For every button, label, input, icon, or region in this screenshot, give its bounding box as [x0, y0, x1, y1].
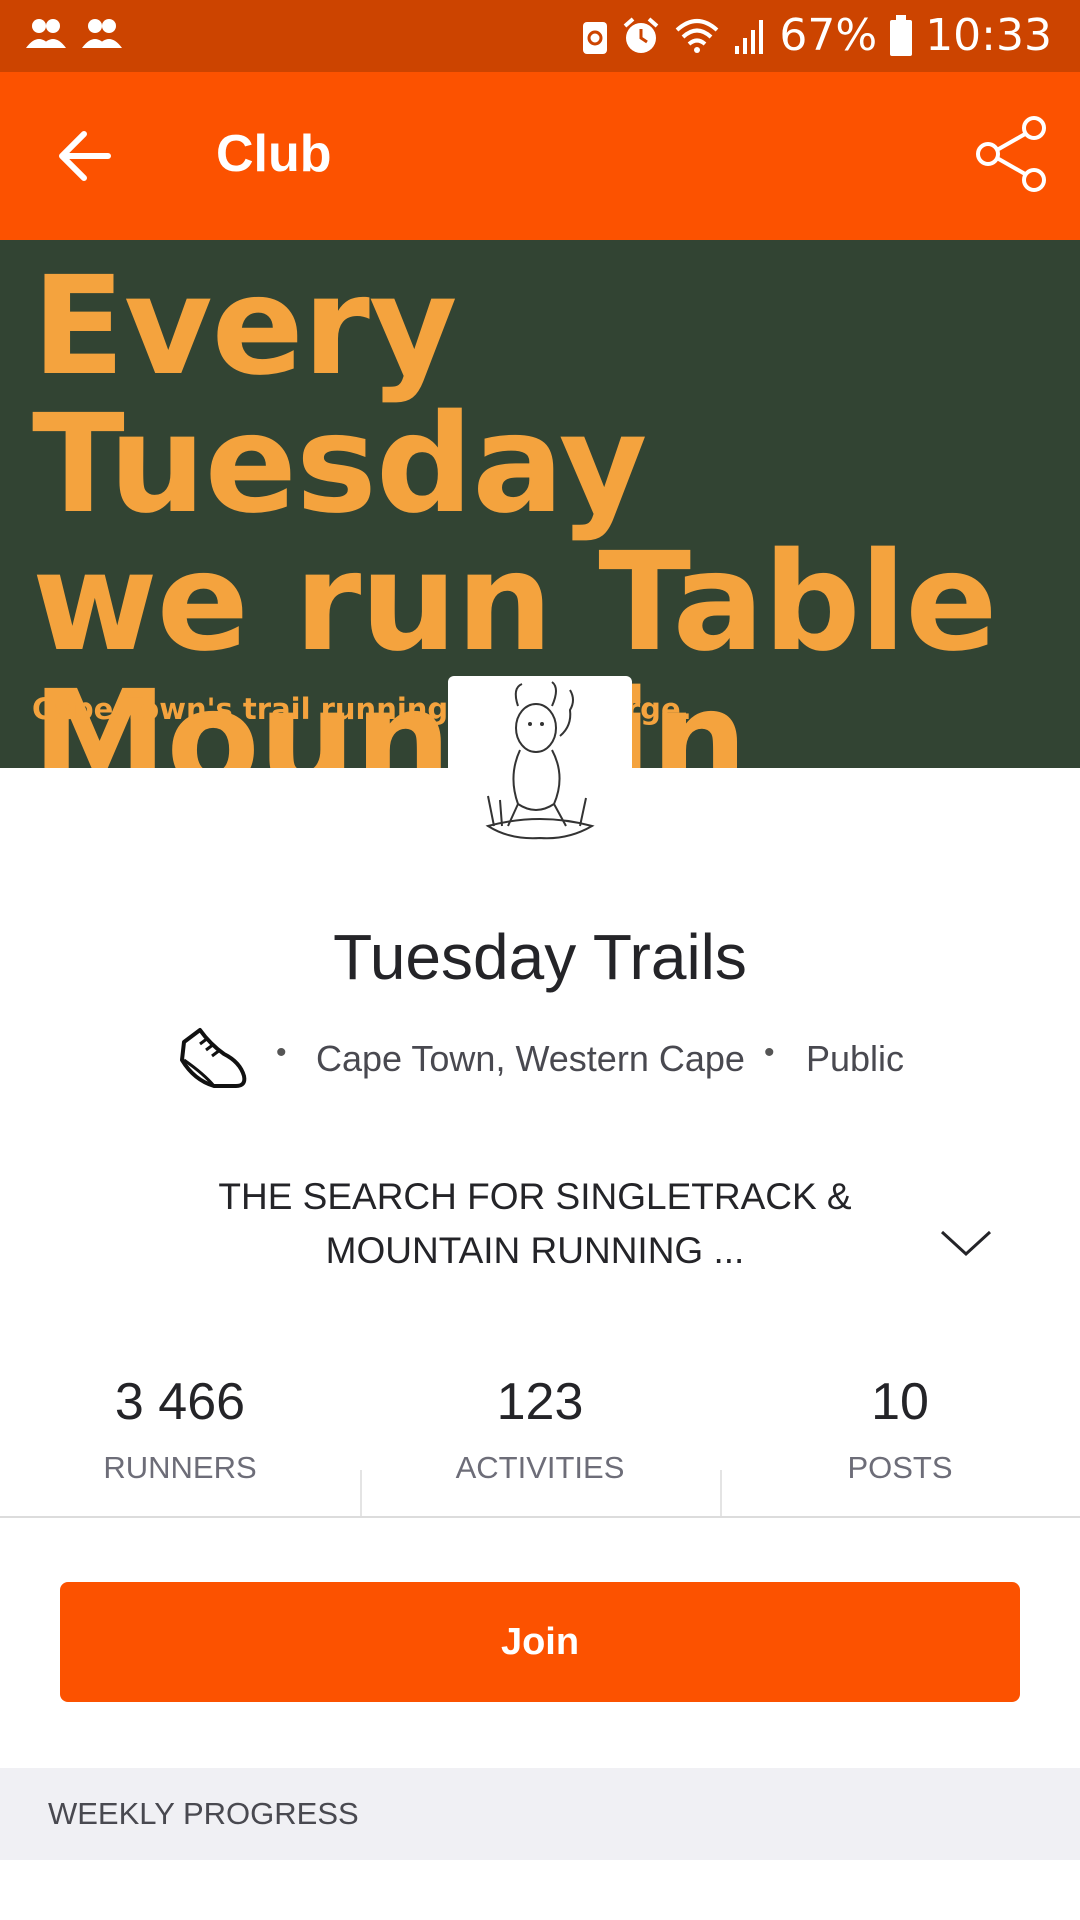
battery-icon: [890, 14, 913, 56]
separator-dot: •: [764, 1036, 775, 1069]
stat-value: 10: [871, 1373, 929, 1431]
wifi-icon: [676, 18, 719, 53]
goat-crest-icon: [485, 681, 595, 840]
recycle-icon: [583, 21, 608, 54]
club-meta-row: • Cape Town, Western Cape • Public: [0, 1020, 1080, 1100]
banner-headline-line: we run Table: [32, 524, 998, 682]
stat-activities[interactable]: 123 ACTIVITIES: [360, 1360, 720, 1516]
group-icon: [26, 19, 66, 48]
share-button[interactable]: [972, 114, 1050, 194]
stat-label: ACTIVITIES: [455, 1450, 625, 1485]
stat-label: RUNNERS: [103, 1450, 257, 1485]
club-description[interactable]: THE SEARCH FOR SINGLETRACK & MOUNTAIN RU…: [120, 1170, 950, 1278]
club-privacy: Public: [806, 1038, 905, 1079]
back-button[interactable]: [52, 122, 120, 190]
banner-headline-line: Every Tuesday: [32, 248, 647, 544]
stat-value: 3 466: [114, 1373, 246, 1431]
stat-posts[interactable]: 10 POSTS: [720, 1360, 1080, 1516]
club-location: Cape Town, Western Cape: [316, 1038, 745, 1079]
expand-description-button[interactable]: [936, 1222, 996, 1262]
signal-icon: [735, 19, 764, 54]
status-left-icons: [26, 16, 122, 50]
club-avatar: [448, 676, 632, 860]
separator-dot: •: [276, 1036, 287, 1069]
stat-value: 123: [496, 1373, 584, 1431]
page-title: Club: [216, 125, 332, 183]
stat-label: POSTS: [847, 1450, 953, 1485]
club-name: Tuesday Trails: [333, 921, 747, 993]
join-button[interactable]: Join: [60, 1582, 1020, 1702]
arrow-left-icon: [59, 131, 111, 181]
status-bar: 67% 10:33: [0, 0, 1080, 72]
group-icon: [82, 19, 122, 48]
section-header: WEEKLY PROGRESS: [48, 1796, 359, 1831]
stat-runners[interactable]: 3 466 RUNNERS: [0, 1360, 360, 1516]
weekly-progress-section: WEEKLY PROGRESS: [0, 1768, 1080, 1860]
app-bar: Club: [0, 72, 1080, 240]
running-shoe-icon: [180, 1028, 247, 1088]
alarm-icon: [624, 16, 659, 53]
club-stats: 3 466 RUNNERS 123 ACTIVITIES 10 POSTS: [0, 1360, 1080, 1518]
chevron-down-icon: [940, 1230, 992, 1257]
clock: 10:33: [925, 10, 1052, 61]
status-right-icons: 67% 10:33: [581, 10, 1052, 61]
battery-percent: 67%: [779, 10, 878, 61]
share-icon: [976, 116, 1046, 192]
